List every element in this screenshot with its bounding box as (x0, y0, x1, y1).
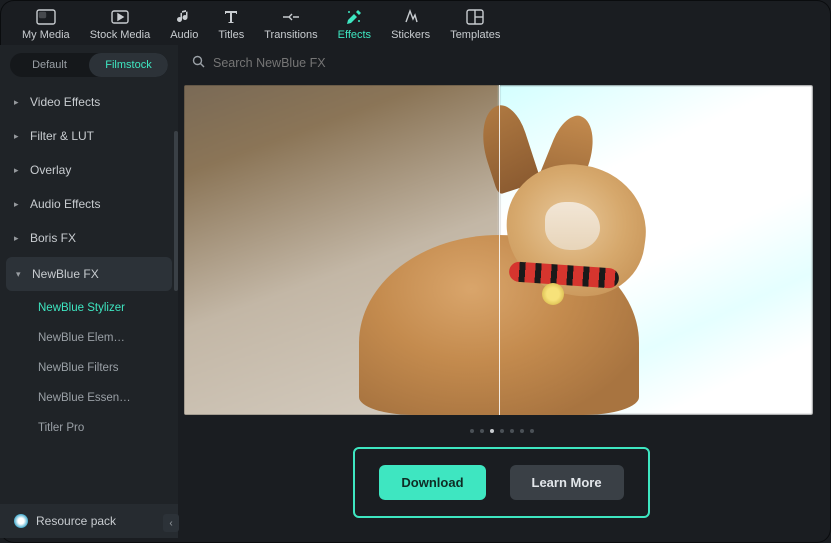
nav-label: Transitions (264, 29, 317, 41)
chevron-right-icon: ▸ (14, 97, 22, 108)
nav-label: Effects (338, 29, 371, 41)
stock-media-icon (109, 8, 131, 26)
subcat-newblue-stylizer[interactable]: NewBlue Stylizer (0, 293, 178, 323)
page-dot[interactable] (490, 429, 494, 433)
chevron-left-icon: ‹ (169, 518, 172, 529)
chevron-right-icon: ▸ (14, 165, 22, 176)
cat-label: NewBlue FX (32, 267, 99, 281)
search-input[interactable] (213, 56, 811, 70)
nav-titles[interactable]: Titles (208, 8, 254, 41)
cta-container: Download Learn More (353, 447, 649, 518)
cat-label: Audio Effects (30, 197, 101, 211)
chevron-right-icon: ▸ (14, 233, 22, 244)
templates-icon (464, 8, 486, 26)
page-dot[interactable] (480, 429, 484, 433)
learn-more-button[interactable]: Learn More (510, 465, 624, 500)
carousel-pagination (178, 429, 825, 433)
cat-label: Boris FX (30, 231, 76, 245)
subcat-newblue-essentials[interactable]: NewBlue Essen… (0, 383, 178, 413)
comparison-divider[interactable] (499, 85, 500, 415)
tab-filmstock[interactable]: Filmstock (89, 53, 168, 77)
cat-filter-lut[interactable]: ▸ Filter & LUT (0, 119, 178, 153)
subcat-newblue-filters[interactable]: NewBlue Filters (0, 353, 178, 383)
download-button[interactable]: Download (379, 465, 485, 500)
cat-boris-fx[interactable]: ▸ Boris FX (0, 221, 178, 255)
sidebar-collapse-button[interactable]: ‹ (163, 514, 179, 532)
nav-label: My Media (22, 29, 70, 41)
page-dot[interactable] (520, 429, 524, 433)
cat-overlay[interactable]: ▸ Overlay (0, 153, 178, 187)
nav-label: Titles (218, 29, 244, 41)
transitions-icon (280, 8, 302, 26)
chevron-right-icon: ▸ (14, 199, 22, 210)
nav-label: Templates (450, 29, 500, 41)
category-list: ▸ Video Effects ▸ Filter & LUT ▸ Overlay ▸ A… (0, 85, 178, 504)
nav-stock-media[interactable]: Stock Media (80, 8, 161, 41)
nav-stickers[interactable]: Stickers (381, 8, 440, 41)
top-navigation: My Media Stock Media Audio Titles Transi… (0, 0, 831, 45)
nav-label: Audio (170, 29, 198, 41)
nav-templates[interactable]: Templates (440, 8, 510, 41)
nav-audio[interactable]: Audio (160, 8, 208, 41)
effects-icon (343, 8, 365, 26)
nav-label: Stickers (391, 29, 430, 41)
sidebar-source-tabs: Default Filmstock (10, 53, 168, 77)
titles-icon (220, 8, 242, 26)
chevron-down-icon: ▾ (16, 269, 24, 280)
subcat-titler-pro[interactable]: Titler Pro (0, 413, 178, 443)
music-note-icon (173, 8, 195, 26)
cat-label: Filter & LUT (30, 129, 94, 143)
effects-sidebar: Default Filmstock ▸ Video Effects ▸ Filter… (0, 45, 178, 538)
nav-effects[interactable]: Effects (328, 8, 381, 41)
search-bar (178, 45, 825, 81)
page-dot[interactable] (530, 429, 534, 433)
cat-newblue-fx[interactable]: ▾ NewBlue FX (6, 257, 172, 291)
resource-pack-label: Resource pack (36, 514, 116, 528)
resource-pack-button[interactable]: Resource pack (0, 504, 178, 538)
nav-label: Stock Media (90, 29, 151, 41)
page-dot[interactable] (470, 429, 474, 433)
cat-label: Video Effects (30, 95, 100, 109)
page-dot[interactable] (500, 429, 504, 433)
chevron-right-icon: ▸ (14, 131, 22, 142)
cat-audio-effects[interactable]: ▸ Audio Effects (0, 187, 178, 221)
effect-preview[interactable] (184, 85, 813, 415)
search-icon (192, 55, 205, 71)
page-dot[interactable] (510, 429, 514, 433)
cat-video-effects[interactable]: ▸ Video Effects (0, 85, 178, 119)
nav-transitions[interactable]: Transitions (254, 8, 327, 41)
sidebar-scrollbar[interactable] (174, 131, 178, 291)
subcat-newblue-elements[interactable]: NewBlue Elem… (0, 323, 178, 353)
cat-label: Overlay (30, 163, 71, 177)
resource-pack-icon (14, 514, 28, 528)
tab-default[interactable]: Default (10, 53, 89, 77)
media-library-icon (35, 8, 57, 26)
nav-my-media[interactable]: My Media (12, 8, 80, 41)
stickers-icon (400, 8, 422, 26)
content-area: Download Learn More (178, 45, 831, 538)
